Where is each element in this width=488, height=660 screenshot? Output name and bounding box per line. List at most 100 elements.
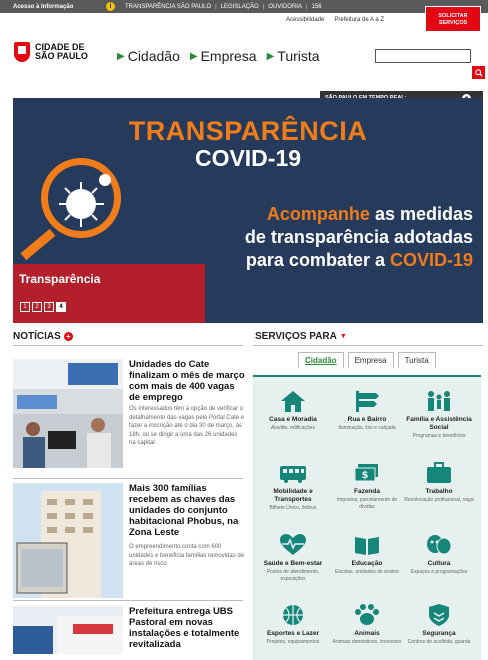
city-logo[interactable]: CIDADE DE SÃO PAULO [14, 42, 88, 62]
msg-line2: de transparência adotadas [244, 227, 473, 247]
tab-tourist[interactable]: Turista [397, 352, 436, 368]
service-label: Família e Assistência Social [406, 416, 472, 431]
tab-business[interactable]: Empresa [347, 352, 394, 368]
service-desc: Bilhete Único, ônibus [269, 505, 317, 511]
service-work[interactable]: Trabalho Recolocação profissional, vaga [403, 461, 475, 504]
chevron-right-icon: ▶ [266, 50, 275, 62]
chevron-right-icon: ▶ [117, 50, 125, 62]
phone-156-link[interactable]: 156 [312, 4, 322, 10]
divider [13, 600, 243, 601]
news-headline[interactable]: Mais 300 famílias recebem as chaves das … [129, 483, 245, 538]
service-housing[interactable]: Casa e Moradia Aluvião, edificações [257, 389, 329, 432]
service-security[interactable]: Segurança Centros de acolhida, guarda [403, 603, 475, 646]
service-label: Animais [354, 630, 380, 637]
service-finance[interactable]: $ Fazenda Impostos, parcelamento de dívi… [331, 461, 403, 510]
caret-down-icon: ▼ [339, 333, 347, 340]
news-item[interactable]: Mais 300 famílias recebem as chaves das … [13, 483, 245, 598]
service-family[interactable]: Família e Assistência Social Programas e… [403, 389, 475, 440]
shield-icon [429, 604, 449, 626]
money-icon: $ [354, 464, 378, 482]
chevron-right-icon: ▶ [189, 50, 198, 62]
nav-tourist[interactable]: ▶ Turista [267, 48, 320, 64]
search-input[interactable] [375, 49, 471, 63]
news-item[interactable]: Unidades do Cate finalizam o mês de març… [13, 359, 245, 471]
news-photo-ubs [13, 606, 123, 654]
briefcase-icon [427, 462, 451, 483]
banner-caption: Transparência 1 2 3 4 [13, 264, 205, 323]
main-nav: ▶ Cidadão ▶ Empresa ▶ Turista [117, 48, 320, 64]
access-info-link[interactable]: Acesso à Informação [0, 4, 98, 10]
news-photo-cate [13, 359, 123, 468]
service-label: Educação [351, 560, 383, 567]
service-street[interactable]: Rua e Bairro Iluminação, lixo e calçada [331, 389, 403, 432]
nav-business-label: Empresa [200, 48, 257, 64]
service-culture[interactable]: Cultura Espaços e programações [403, 533, 475, 576]
service-label: Rua e Bairro [347, 416, 387, 423]
plus-icon[interactable]: + [63, 332, 73, 341]
service-desc: Aluvião, edificações [270, 425, 316, 431]
legislation-link[interactable]: LEGISLAÇÃO [221, 4, 259, 10]
banner-caption-title[interactable]: Transparência [19, 272, 100, 286]
pager-button-3[interactable]: 3 [44, 302, 54, 312]
news-image[interactable] [13, 359, 123, 468]
service-desc: Animais domésticos, zoonoses [332, 639, 402, 645]
news-image[interactable] [13, 483, 123, 598]
family-icon [428, 391, 450, 411]
news-headline[interactable]: Prefeitura entrega UBS Pastoral em novas… [129, 606, 245, 650]
house-icon [281, 391, 305, 412]
request-services-button[interactable]: SOLICITAR SERVIÇOS [425, 6, 481, 32]
service-desc: Iluminação, lixo e calçada [338, 425, 396, 431]
news-summary: O empreendimento conta com 600 unidades … [129, 544, 245, 567]
service-label: Segurança [422, 630, 456, 637]
transparency-link[interactable]: TRANSPARÊNCIA SÃO PAULO [125, 4, 211, 10]
services-tabs: Cidadão Empresa Turista [298, 352, 440, 368]
service-mobility[interactable]: Mobilidade e Transportes Bilhete Único, … [257, 461, 329, 512]
nav-tourist-label: Turista [277, 48, 320, 64]
ombudsman-link[interactable]: OUVIDORIA [268, 4, 302, 10]
news-photo-phobus [13, 483, 123, 598]
service-desc: Postos de atendimento, exposições [266, 569, 320, 582]
tab-citizen[interactable]: Cidadão [298, 352, 344, 368]
service-label: Fazenda [353, 488, 380, 495]
service-label: Saúde e Bem-estar [263, 560, 323, 567]
nav-citizen[interactable]: ▶ Cidadão [117, 48, 180, 64]
service-health[interactable]: Saúde e Bem-estar Postos de atendimento,… [257, 533, 329, 582]
accessibility-link[interactable]: Acessibilidade [286, 17, 324, 23]
service-label: Trabalho [425, 488, 453, 495]
service-desc: Impostos, parcelamento de dívidas [336, 497, 398, 510]
msg-line3: para combater a [245, 250, 390, 270]
msg-rest: as medidas [369, 204, 473, 224]
news-headline[interactable]: Unidades do Cate finalizam o mês de març… [129, 359, 245, 403]
service-sports[interactable]: Esportes e Lazer Projetos, equipamentos [257, 603, 329, 646]
crest-icon [14, 42, 30, 62]
search-button[interactable] [472, 66, 485, 79]
service-animals[interactable]: Animais Animais domésticos, zoonoses [331, 603, 403, 646]
divider [253, 345, 483, 346]
sports-icon [283, 605, 303, 625]
msg-line3-highlight: COVID-19 [389, 250, 473, 270]
services-panel: Casa e Moradia Aluvião, edificações Rua … [253, 375, 481, 660]
news-heading: NOTÍCIAS + [13, 331, 73, 342]
service-desc: Programas e benefícios [412, 433, 466, 439]
news-summary: Os interessados têm a opção de verificar… [129, 406, 245, 446]
a-to-z-link[interactable]: Prefeitura de A a Z [334, 17, 384, 23]
pager-button-4[interactable]: 4 [56, 302, 66, 312]
book-icon [355, 537, 379, 555]
services-heading[interactable]: SERVIÇOS PARA ▼ [255, 331, 347, 342]
news-image[interactable] [13, 606, 123, 654]
news-item[interactable]: Prefeitura entrega UBS Pastoral em novas… [13, 606, 243, 654]
pager-button-1[interactable]: 1 [20, 302, 30, 312]
service-desc: Projetos, equipamentos [266, 639, 320, 645]
separator: | [215, 3, 217, 10]
service-label: Esportes e Lazer [266, 630, 320, 637]
nav-business[interactable]: ▶ Empresa [190, 48, 257, 64]
virus-icon [59, 174, 111, 227]
svg-text:$: $ [362, 470, 369, 481]
logo-line2: SÃO PAULO [35, 51, 88, 61]
pager-button-2[interactable]: 2 [32, 302, 42, 312]
separator: | [262, 3, 265, 10]
service-label: Mobilidade e Transportes [273, 488, 313, 503]
health-icon [280, 534, 306, 555]
hero-banner[interactable]: TRANSPARÊNCIA COVID-19 Acompanhe as medi… [13, 98, 483, 323]
service-education[interactable]: Educação Escolas, unidades de ensino [331, 533, 403, 576]
